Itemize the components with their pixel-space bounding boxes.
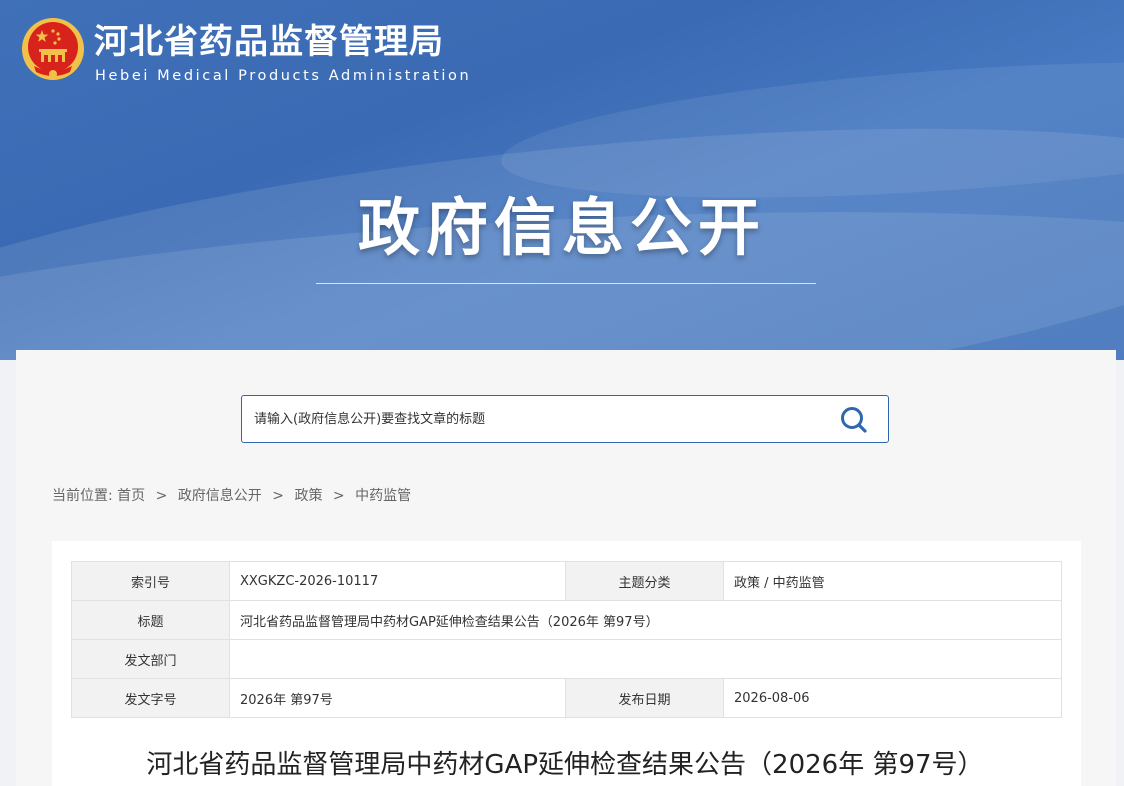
breadcrumb: 当前位置: 首页 > 政府信息公开 > 政策 > 中药监管: [52, 486, 411, 506]
table-row: 索引号 XXGKZC-2026-10117 主题分类 政策 / 中药监管: [71, 561, 1062, 601]
article-title: 河北省药品监督管理局中药材GAP延伸检查结果公告（2026年 第97号）: [146, 750, 984, 780]
meta-index-label: 索引号: [71, 561, 230, 601]
title-divider: [316, 283, 816, 284]
table-row: 标题 河北省药品监督管理局中药材GAP延伸检查结果公告（2026年 第97号）: [71, 600, 1062, 640]
meta-topic-value: 政策 / 中药监管: [723, 561, 1062, 601]
table-row: 发文部门: [71, 639, 1062, 679]
search-icon[interactable]: [838, 404, 870, 436]
meta-date-value: 2026-08-06: [723, 678, 1062, 718]
meta-date-label: 发布日期: [565, 678, 724, 718]
breadcrumb-item-home[interactable]: 首页: [117, 486, 145, 506]
meta-title-label: 标题: [71, 600, 230, 640]
search-input[interactable]: [242, 396, 834, 442]
meta-topic-label: 主题分类: [565, 561, 724, 601]
meta-index-value: XXGKZC-2026-10117: [229, 561, 566, 601]
article-meta-table: 索引号 XXGKZC-2026-10117 主题分类 政策 / 中药监管 标题 …: [71, 561, 1062, 718]
breadcrumb-separator: >: [272, 488, 284, 504]
meta-docno-value: 2026年 第97号: [229, 678, 566, 718]
breadcrumb-prefix: 当前位置:: [52, 488, 113, 504]
section-title: 政府信息公开: [357, 191, 766, 264]
breadcrumb-item-gov-info[interactable]: 政府信息公开: [178, 486, 262, 506]
site-name-en[interactable]: Hebei Medical Products Administration: [95, 66, 471, 86]
meta-title-value: 河北省药品监督管理局中药材GAP延伸检查结果公告（2026年 第97号）: [229, 600, 1062, 640]
meta-docno-label: 发文字号: [71, 678, 230, 718]
site-name[interactable]: 河北省药品监督管理局: [94, 20, 444, 64]
table-row: 发文字号 2026年 第97号 发布日期 2026-08-06: [71, 678, 1062, 718]
breadcrumb-separator: >: [155, 488, 168, 504]
breadcrumb-item-tcm[interactable]: 中药监管: [355, 486, 411, 506]
meta-dept-label: 发文部门: [71, 639, 230, 679]
meta-dept-value: [229, 639, 1062, 679]
breadcrumb-separator: >: [332, 488, 345, 504]
search-box: [241, 395, 889, 443]
national-emblem-icon[interactable]: [20, 16, 86, 82]
breadcrumb-item-policy[interactable]: 政策: [294, 486, 322, 506]
